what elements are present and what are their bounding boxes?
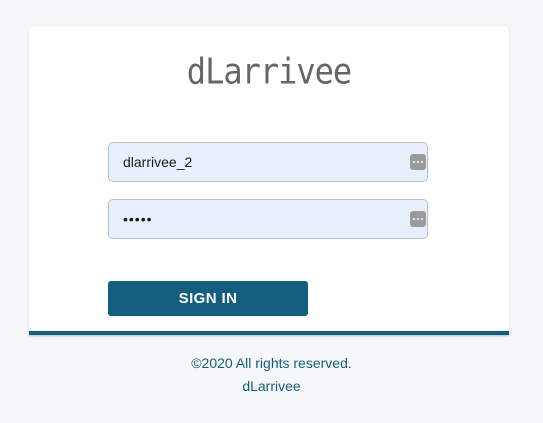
footer-company: dLarrivee — [242, 378, 301, 394]
login-card: dLarrivee SIGN IN — [29, 26, 509, 332]
password-manager-key-icon[interactable] — [410, 154, 426, 170]
sign-in-button[interactable]: SIGN IN — [108, 281, 308, 316]
brand-logo: dLarrivee — [186, 50, 352, 93]
password-field[interactable] — [108, 199, 428, 239]
username-input[interactable] — [109, 143, 399, 181]
password-manager-key-icon[interactable] — [410, 211, 426, 227]
password-input[interactable] — [109, 200, 399, 238]
username-field[interactable] — [108, 142, 428, 182]
footer-copyright: ©2020 All rights reserved. — [191, 355, 352, 371]
card-accent-bar — [29, 331, 509, 335]
